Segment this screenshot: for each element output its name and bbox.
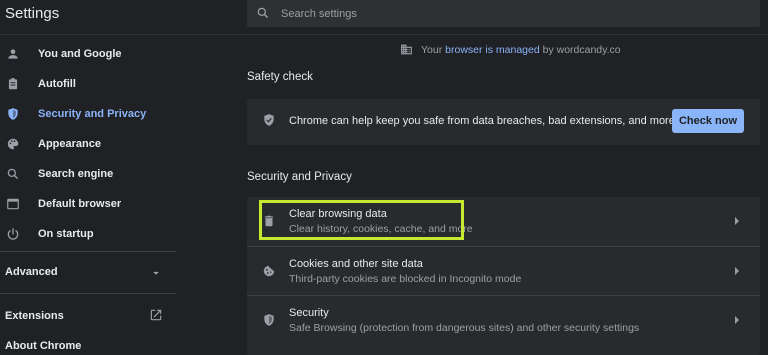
shield-icon	[8, 108, 18, 120]
check-now-button[interactable]: Check now	[672, 109, 744, 133]
row-subtitle: Third-party cookies are blocked in Incog…	[289, 273, 522, 285]
sidebar-advanced[interactable]: Advanced	[5, 266, 58, 278]
sidebar-extensions[interactable]: Extensions	[5, 310, 64, 322]
row-title: Clear browsing data	[289, 208, 387, 220]
cookie-icon	[263, 265, 275, 277]
sidebar-item-appearance[interactable]: Appearance	[0, 130, 176, 160]
chevron-down-icon[interactable]	[149, 266, 163, 280]
sidebar-item-label: Search engine	[38, 168, 114, 180]
search-icon	[257, 7, 269, 19]
page-title: Settings	[5, 5, 60, 22]
row-title: Cookies and other site data	[289, 258, 423, 270]
sidebar-item-you-and-google[interactable]: You and Google	[0, 40, 176, 70]
sidebar-item-label: Autofill	[38, 78, 76, 90]
chevron-right-icon	[735, 316, 739, 324]
sidebar-item-on-startup[interactable]: On startup	[0, 220, 176, 250]
external-link-icon[interactable]	[149, 308, 163, 322]
sidebar-item-default-browser[interactable]: Default browser	[0, 190, 176, 220]
browser-managed-link[interactable]: browser is managed	[445, 44, 540, 56]
row-title: Security	[289, 307, 329, 319]
building-icon	[401, 44, 412, 55]
search-input[interactable]	[281, 0, 741, 27]
safety-check-card: Chrome can help keep you safe from data …	[247, 99, 760, 145]
security-privacy-heading: Security and Privacy	[247, 171, 352, 183]
row-subtitle: Clear history, cookies, cache, and more	[289, 223, 473, 235]
security-row[interactable]: Security Safe Browsing (protection from …	[247, 295, 760, 344]
sidebar-item-label: You and Google	[38, 48, 122, 60]
power-icon	[7, 228, 19, 240]
shield-icon	[264, 314, 274, 326]
safety-check-heading: Safety check	[247, 71, 313, 83]
top-bar: Settings	[0, 0, 768, 35]
search-box[interactable]	[247, 0, 760, 27]
sidebar-item-label: On startup	[38, 228, 94, 240]
chevron-right-icon	[735, 217, 739, 225]
managed-suffix: by wordcandy.co	[539, 44, 621, 56]
sidebar-item-autofill[interactable]: Autofill	[0, 70, 176, 100]
sidebar-item-label: Appearance	[38, 138, 101, 150]
cookies-row[interactable]: Cookies and other site data Third-party …	[247, 246, 760, 295]
trash-icon	[264, 215, 274, 227]
sidebar-about-chrome[interactable]: About Chrome	[5, 340, 81, 352]
sidebar-item-label: Security and Privacy	[38, 108, 147, 120]
divider	[0, 293, 176, 294]
browser-window-icon	[7, 198, 19, 210]
sidebar-item-security-and-privacy[interactable]: Security and Privacy	[0, 100, 176, 130]
person-icon	[8, 49, 18, 59]
chevron-right-icon	[735, 267, 739, 275]
sidebar-item-search-engine[interactable]: Search engine	[0, 160, 176, 190]
divider	[0, 251, 176, 252]
palette-icon	[7, 138, 19, 150]
security-privacy-card: Clear browsing data Clear history, cooki…	[247, 197, 760, 355]
clipboard-icon	[8, 78, 18, 90]
safety-check-description: Chrome can help keep you safe from data …	[289, 115, 675, 127]
shield-check-icon	[264, 114, 274, 126]
managed-prefix: Your	[421, 44, 446, 56]
sidebar: You and Google Autofill Security and Pri…	[0, 35, 176, 355]
clear-browsing-data-row[interactable]: Clear browsing data Clear history, cooki…	[247, 197, 760, 245]
sidebar-item-label: Default browser	[38, 198, 122, 210]
row-subtitle: Safe Browsing (protection from dangerous…	[289, 322, 640, 334]
search-icon	[7, 168, 19, 180]
